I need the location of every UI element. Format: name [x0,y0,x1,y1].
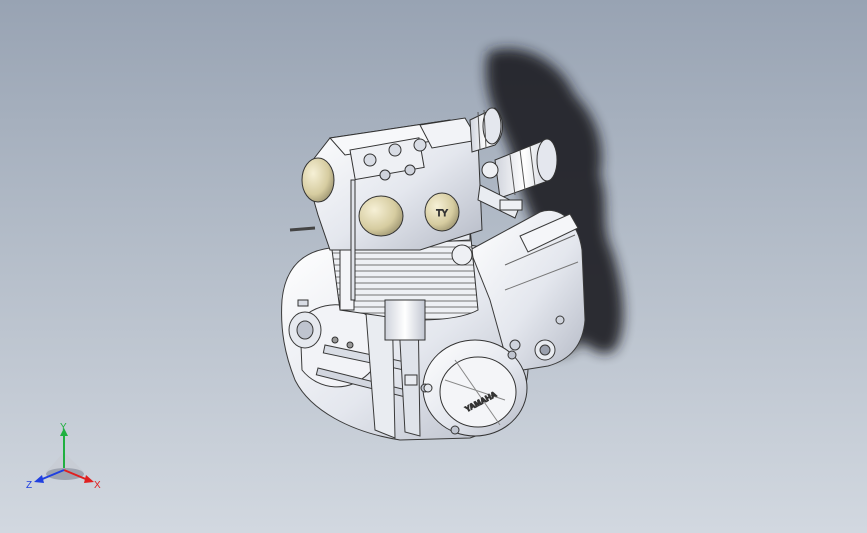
y-axis-label: Y [60,422,67,433]
head-cover-emblem: TY [436,208,448,218]
z-axis-arrow [34,475,44,483]
x-axis-label: X [94,480,101,491]
air-filter-left [469,107,503,153]
z-axis-label: Z [26,480,32,491]
engine-model[interactable]: TY YAMAHA [0,0,867,533]
graphics-viewport[interactable]: TY YAMAHA Y X Z [0,0,867,533]
axis-triad: Y X Z [26,422,101,491]
x-axis-arrow [84,475,94,483]
